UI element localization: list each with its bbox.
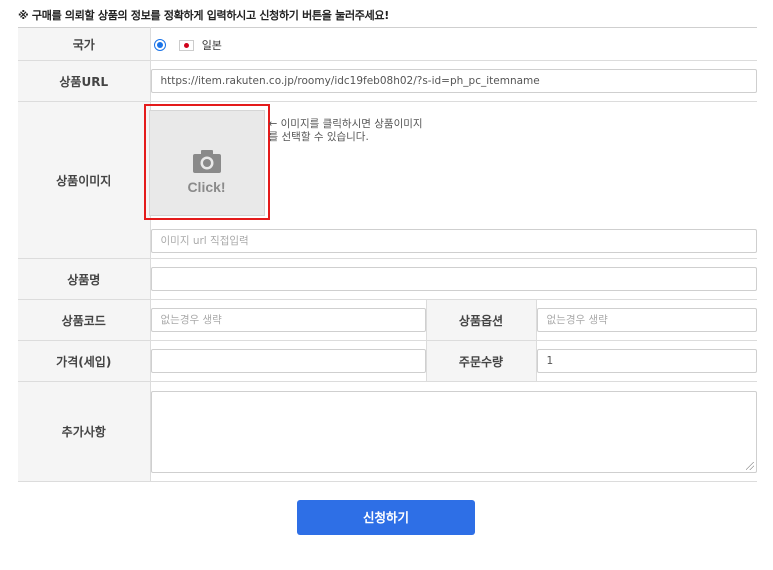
extra-label: 추가사항	[18, 381, 150, 482]
country-cell: 일본	[149, 27, 758, 61]
order-form-table: 국가 일본 상품URL https://item.rakuten.co.jp/r…	[18, 27, 758, 482]
product-url-input[interactable]: https://item.rakuten.co.jp/roomy/idc19fe…	[150, 69, 758, 93]
image-url-input[interactable]: 이미지 url 직접입력	[150, 229, 758, 253]
product-name-input[interactable]	[150, 267, 758, 291]
product-name-label: 상품명	[18, 258, 150, 300]
product-url-label: 상품URL	[18, 60, 150, 102]
country-label: 국가	[18, 27, 150, 61]
product-url-cell: https://item.rakuten.co.jp/roomy/idc19fe…	[149, 60, 758, 102]
product-image-label: 상품이미지	[18, 101, 150, 259]
image-highlight-frame	[143, 104, 270, 220]
price-input[interactable]	[150, 349, 426, 373]
submit-button[interactable]: 신청하기	[297, 500, 475, 535]
product-option-cell: 없는경우 생략	[535, 299, 758, 341]
image-note: ← 이미지를 클릭하시면 상품이미지 를 선택할 수 있습니다.	[269, 118, 423, 144]
country-radio[interactable]	[153, 39, 166, 51]
product-code-cell: 없는경우 생략	[149, 299, 426, 341]
product-code-label: 상품코드	[18, 299, 150, 341]
product-name-cell	[149, 258, 758, 300]
japan-flag-icon	[178, 39, 194, 51]
form-notice: ※ 구매를 의뢰할 상품의 정보를 정확하게 입력하시고 신청하기 버튼을 눌러…	[18, 9, 389, 22]
product-option-input[interactable]: 없는경우 생략	[536, 308, 758, 332]
extra-textarea[interactable]	[150, 390, 758, 473]
product-code-input[interactable]: 없는경우 생략	[150, 308, 426, 332]
quantity-label: 주문수량	[425, 340, 536, 382]
product-option-label: 상품옵션	[425, 299, 536, 341]
price-cell	[149, 340, 426, 382]
quantity-cell: 1	[535, 340, 758, 382]
image-note-line1: ← 이미지를 클릭하시면 상품이미지	[268, 118, 423, 130]
country-value: 일본	[201, 39, 222, 52]
extra-cell	[149, 381, 758, 482]
resize-grip-icon[interactable]	[746, 461, 755, 470]
price-label: 가격(세입)	[18, 340, 150, 382]
quantity-input[interactable]: 1	[536, 349, 758, 373]
product-image-cell: Click! ← 이미지를 클릭하시면 상품이미지 를 선택할 수 있습니다. …	[143, 101, 758, 259]
image-note-line2: 를 선택할 수 있습니다.	[268, 131, 369, 143]
